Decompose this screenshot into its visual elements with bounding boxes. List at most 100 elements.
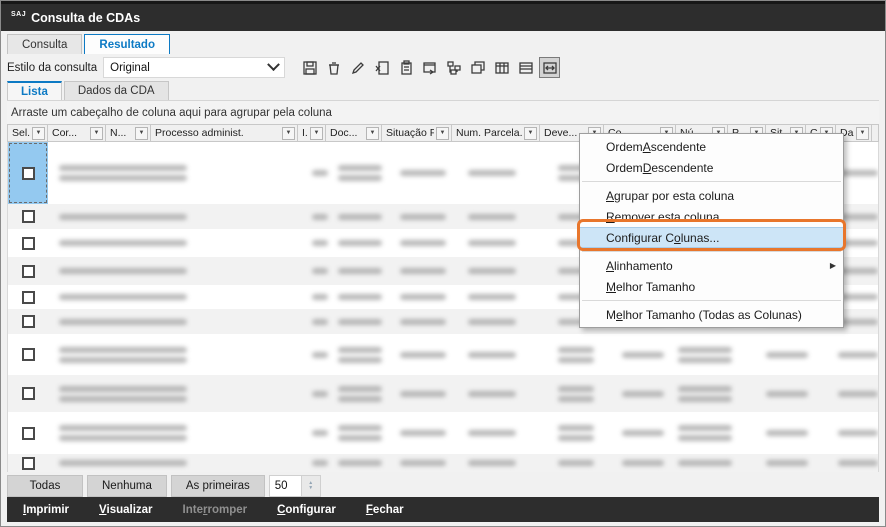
delete-icon[interactable] <box>323 57 344 78</box>
redacted-cell-content <box>766 460 808 466</box>
redacted-cell-content <box>558 425 594 431</box>
column-filter-dropdown-icon[interactable]: ▼ <box>436 127 449 140</box>
column-header-doc[interactable]: Doc... ▼ <box>326 125 382 141</box>
edit-icon[interactable] <box>347 57 368 78</box>
row-checkbox-cell[interactable] <box>8 142 48 204</box>
title-bar: SAJ Consulta de CDAs <box>1 1 885 31</box>
row-checkbox[interactable] <box>22 210 35 223</box>
row-checkbox[interactable] <box>22 167 35 180</box>
menu-item-configurar-colunas[interactable]: Configurar Colunas... <box>580 227 843 248</box>
row-checkbox-cell[interactable] <box>8 412 48 454</box>
column-filter-dropdown-icon[interactable]: ▼ <box>856 127 869 140</box>
redacted-cell-content <box>400 294 446 300</box>
row-checkbox-cell[interactable] <box>8 334 48 375</box>
tab-resultado[interactable]: Resultado <box>84 34 170 54</box>
column-filter-dropdown-icon[interactable]: ▼ <box>282 127 295 140</box>
row-checkbox-cell[interactable] <box>8 454 48 472</box>
cascade-icon[interactable] <box>467 57 488 78</box>
column-header-numparcela[interactable]: Num. Parcela...▼ <box>452 125 540 141</box>
spinner-down-icon[interactable]: ▼ <box>308 486 313 490</box>
column-header-cor[interactable]: Cor... ▼ <box>48 125 106 141</box>
select-all-button[interactable]: Todas <box>7 475 83 497</box>
redacted-cell-content <box>678 357 732 363</box>
fit-columns-icon[interactable] <box>539 57 560 78</box>
redacted-cell-content <box>838 391 878 397</box>
select-none-button[interactable]: Nenhuma <box>87 475 167 497</box>
spinner-buttons[interactable]: ▲ ▼ <box>301 475 321 497</box>
table-row[interactable] <box>8 375 878 412</box>
table-row[interactable] <box>8 454 878 472</box>
table-row[interactable] <box>8 334 878 375</box>
menu-item-alinhamento[interactable]: Alinhamento▶ <box>580 255 843 276</box>
row-checkbox[interactable] <box>22 237 35 250</box>
table-row[interactable] <box>8 412 878 454</box>
menu-item-melhor-tamanho[interactable]: Melhor Tamanho <box>580 276 843 297</box>
row-checkbox-cell[interactable] <box>8 285 48 309</box>
redacted-cell-content <box>59 460 187 466</box>
row-checkbox[interactable] <box>22 265 35 278</box>
row-checkbox-cell[interactable] <box>8 257 48 285</box>
redacted-cell-content <box>400 391 446 397</box>
bottom-bar-configurar[interactable]: Configurar <box>277 504 336 516</box>
subtab-dados-da-cda[interactable]: Dados da CDA <box>64 81 169 100</box>
row-checkbox[interactable] <box>22 427 35 440</box>
column-header-processoadminist[interactable]: Processo administ.▼ <box>151 125 298 141</box>
redacted-cell-content <box>838 294 878 300</box>
redacted-cell-content <box>59 294 187 300</box>
column-header-i[interactable]: I...▼ <box>298 125 326 141</box>
column-header-label: Doc... <box>330 127 357 139</box>
column-filter-dropdown-icon[interactable]: ▼ <box>90 127 103 140</box>
export-window-icon[interactable] <box>419 57 440 78</box>
redacted-cell-content <box>312 460 328 466</box>
select-first-n-button[interactable]: As primeiras <box>171 475 265 497</box>
first-n-spin-edit: 50 ▲ ▼ <box>269 475 321 497</box>
row-checkbox[interactable] <box>22 457 35 470</box>
row-checkbox-cell[interactable] <box>8 375 48 412</box>
clipboard-icon[interactable] <box>395 57 416 78</box>
row-checkbox-cell[interactable] <box>8 229 48 257</box>
row-checkbox-cell[interactable] <box>8 309 48 334</box>
export-excel-icon[interactable] <box>371 57 392 78</box>
column-filter-dropdown-icon[interactable]: ▼ <box>524 127 537 140</box>
redacted-cell-content <box>838 319 878 325</box>
grid-columns-icon[interactable] <box>491 57 512 78</box>
selection-footer: Todas Nenhuma As primeiras 50 ▲ ▼ <box>7 472 879 499</box>
query-style-combobox[interactable]: Original <box>103 57 285 78</box>
redacted-cell-content <box>312 268 328 274</box>
group-tree-icon[interactable] <box>443 57 464 78</box>
redacted-cell-content <box>338 165 382 171</box>
redacted-cell-content <box>678 396 732 402</box>
group-by-bar[interactable]: Arraste um cabeçalho de coluna aqui para… <box>7 101 879 124</box>
column-header-label: Cor... <box>52 127 77 139</box>
menu-item-remover-esta-coluna[interactable]: Remover esta coluna <box>580 206 843 227</box>
redacted-cell-content <box>468 240 516 246</box>
saj-logo: SAJ <box>11 11 26 18</box>
bottom-bar-visualizar[interactable]: Visualizar <box>99 504 153 516</box>
column-header-situaçãofi[interactable]: Situação Fi...▼ <box>382 125 452 141</box>
menu-item-melhor-tamanho-todas-as-colunas[interactable]: Melhor Tamanho (Todas as Colunas) <box>580 304 843 325</box>
row-checkbox[interactable] <box>22 348 35 361</box>
redacted-cell-content <box>838 460 878 466</box>
tab-consulta[interactable]: Consulta <box>7 34 82 54</box>
bottom-bar-fechar[interactable]: Fechar <box>366 504 404 516</box>
column-filter-dropdown-icon[interactable]: ▼ <box>135 127 148 140</box>
column-filter-dropdown-icon[interactable]: ▼ <box>366 127 379 140</box>
row-checkbox[interactable] <box>22 315 35 328</box>
column-header-n[interactable]: N...▼ <box>106 125 151 141</box>
menu-item-ordem-ascendente[interactable]: Ordem Ascendente <box>580 136 843 157</box>
column-filter-dropdown-icon[interactable]: ▼ <box>32 127 45 140</box>
row-checkbox[interactable] <box>22 387 35 400</box>
first-n-count-input[interactable]: 50 <box>269 475 301 497</box>
toolbar-icon-bar <box>299 57 560 78</box>
row-checkbox[interactable] <box>22 291 35 304</box>
subtab-lista[interactable]: Lista <box>7 81 62 100</box>
column-header-sel[interactable]: Sel.▼ <box>8 125 48 141</box>
menu-item-agrupar-por-esta-coluna[interactable]: Agrupar por esta coluna <box>580 185 843 206</box>
bottom-bar-imprimir[interactable]: Imprimir <box>23 504 69 516</box>
row-checkbox-cell[interactable] <box>8 204 48 229</box>
menu-item-ordem-descendente[interactable]: Ordem Descendente <box>580 157 843 178</box>
redacted-cell-content <box>312 430 328 436</box>
table-rows-icon[interactable] <box>515 57 536 78</box>
save-icon[interactable] <box>299 57 320 78</box>
column-filter-dropdown-icon[interactable]: ▼ <box>310 127 323 140</box>
